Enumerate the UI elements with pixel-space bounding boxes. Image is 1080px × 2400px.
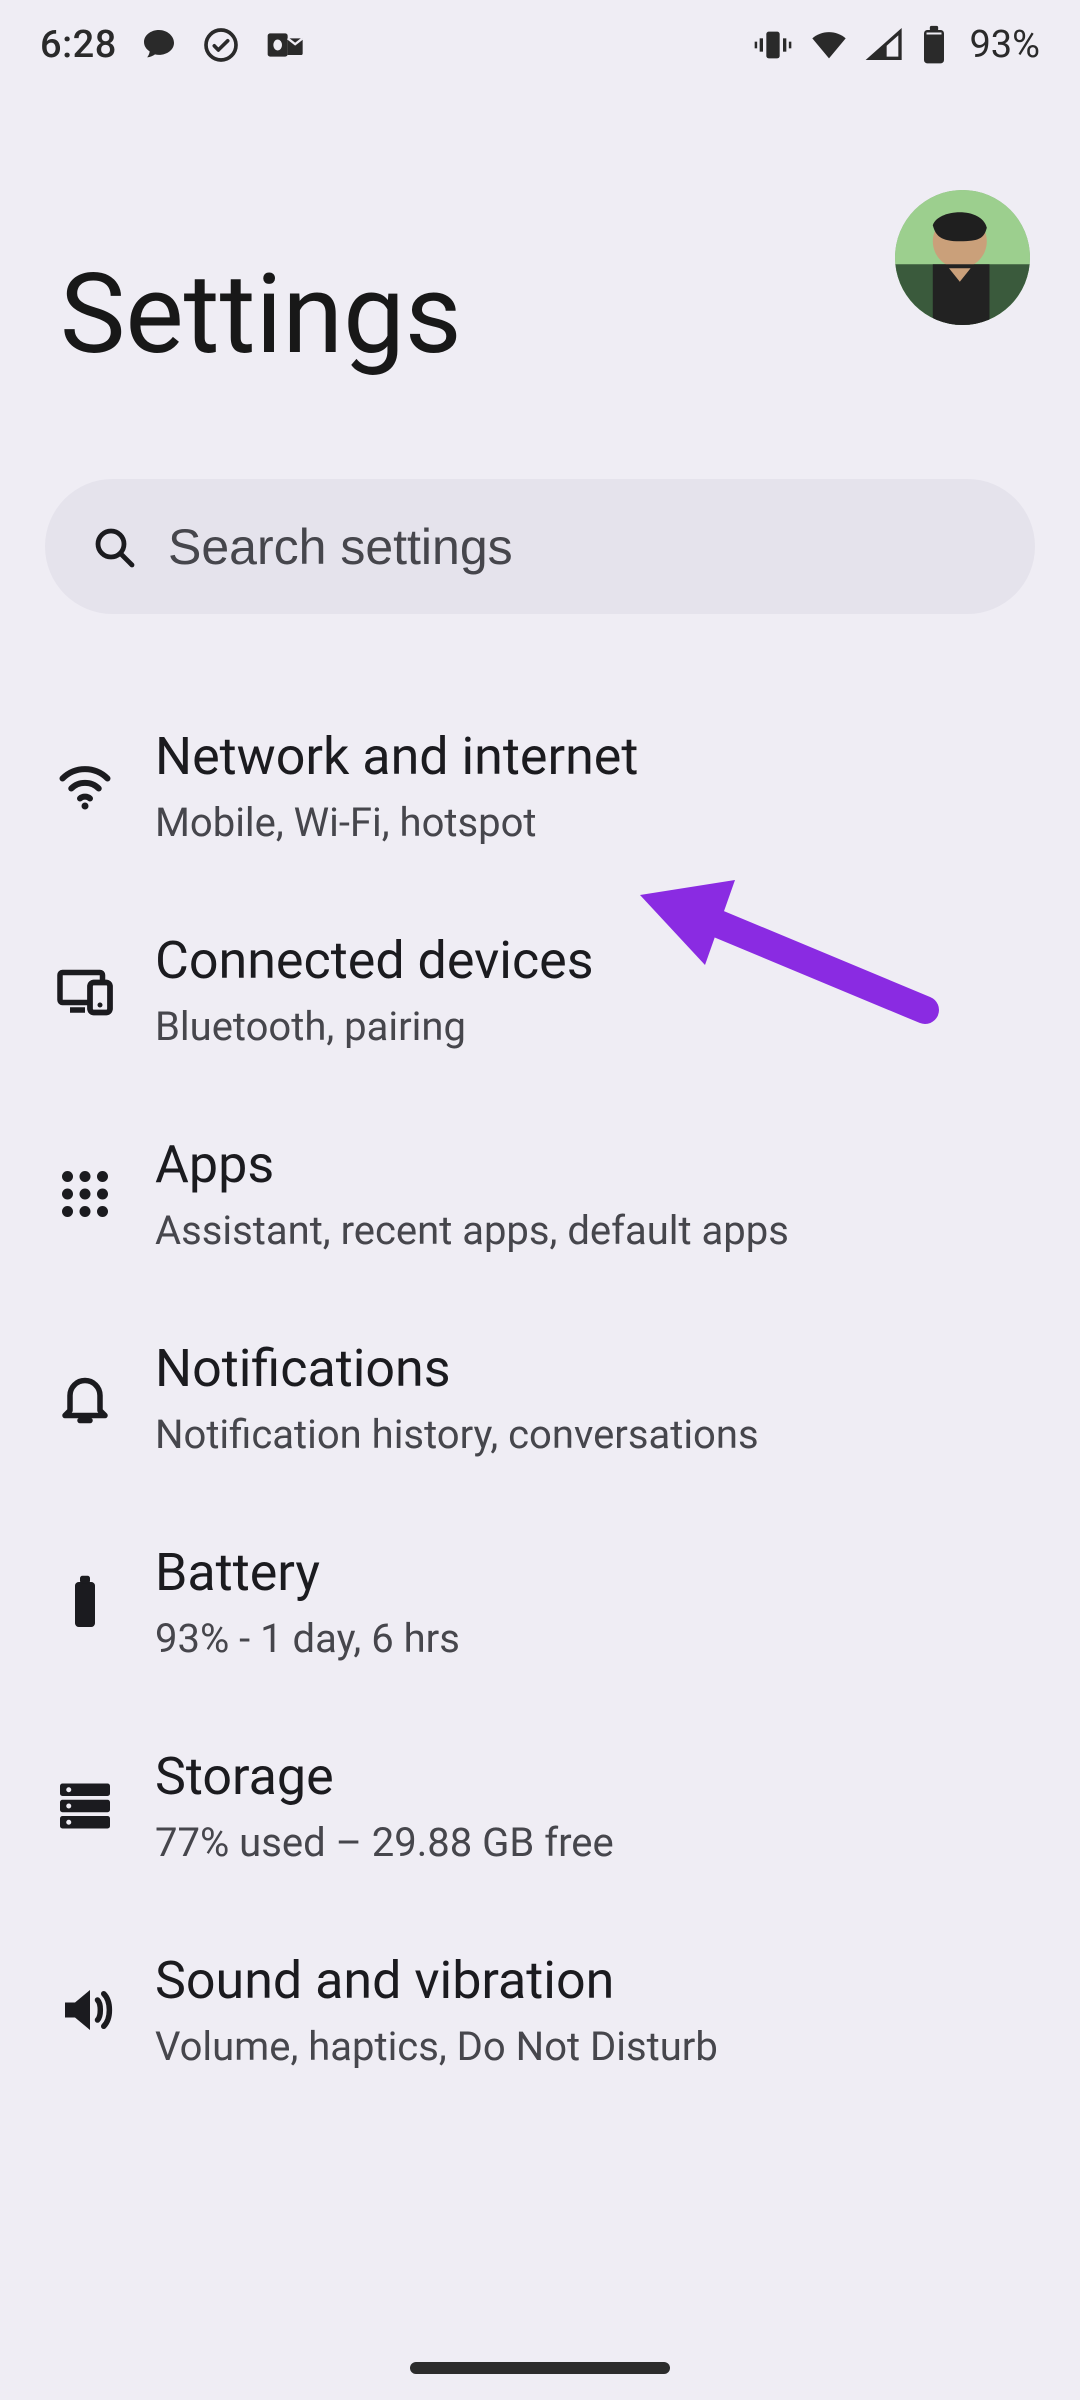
outlook-icon (263, 25, 309, 65)
sync-icon (201, 25, 241, 65)
row-subtitle: Assistant, recent apps, default apps (155, 1207, 789, 1254)
row-sound-vibration[interactable]: Sound and vibration Volume, haptics, Do … (0, 1908, 1080, 2112)
row-connected-devices[interactable]: Connected devices Bluetooth, pairing (0, 888, 1080, 1092)
wifi-icon (809, 25, 849, 65)
sound-icon (55, 1980, 115, 2040)
chat-icon (139, 25, 179, 65)
gesture-nav-bar[interactable] (410, 2362, 670, 2374)
row-storage[interactable]: Storage 77% used – 29.88 GB free (0, 1704, 1080, 1908)
bell-icon (55, 1368, 115, 1428)
row-title: Storage (155, 1746, 614, 1807)
search-icon (90, 523, 138, 571)
row-notifications[interactable]: Notifications Notification history, conv… (0, 1296, 1080, 1500)
row-subtitle: Bluetooth, pairing (155, 1003, 594, 1050)
search-input[interactable] (168, 518, 990, 576)
row-battery[interactable]: Battery 93% - 1 day, 6 hrs (0, 1500, 1080, 1704)
row-title: Connected devices (155, 930, 594, 991)
row-subtitle: Volume, haptics, Do Not Disturb (155, 2023, 718, 2070)
row-subtitle: 93% - 1 day, 6 hrs (155, 1615, 460, 1662)
battery-icon (921, 25, 947, 65)
vibrate-icon (753, 25, 793, 65)
status-time: 6:28 (40, 23, 117, 67)
row-subtitle: Notification history, conversations (155, 1411, 759, 1458)
apps-icon (55, 1164, 115, 1224)
page-title: Settings (60, 250, 1020, 379)
settings-list: Network and internet Mobile, Wi-Fi, hots… (0, 684, 1080, 2112)
row-title: Network and internet (155, 726, 638, 787)
search-bar[interactable] (45, 479, 1035, 614)
row-network-internet[interactable]: Network and internet Mobile, Wi-Fi, hots… (0, 684, 1080, 888)
row-title: Sound and vibration (155, 1950, 718, 2011)
row-apps[interactable]: Apps Assistant, recent apps, default app… (0, 1092, 1080, 1296)
header: Settings (0, 90, 1080, 439)
battery-icon (55, 1572, 115, 1632)
row-title: Battery (155, 1542, 460, 1603)
status-bar: 6:28 93% (0, 0, 1080, 90)
cell-signal-icon (865, 25, 905, 65)
row-subtitle: Mobile, Wi-Fi, hotspot (155, 799, 638, 846)
row-subtitle: 77% used – 29.88 GB free (155, 1819, 614, 1866)
avatar[interactable] (895, 190, 1030, 325)
wifi-icon (55, 756, 115, 816)
storage-icon (55, 1776, 115, 1836)
row-title: Apps (155, 1134, 789, 1195)
battery-percent: 93% (969, 23, 1040, 67)
devices-icon (55, 960, 115, 1020)
row-title: Notifications (155, 1338, 759, 1399)
